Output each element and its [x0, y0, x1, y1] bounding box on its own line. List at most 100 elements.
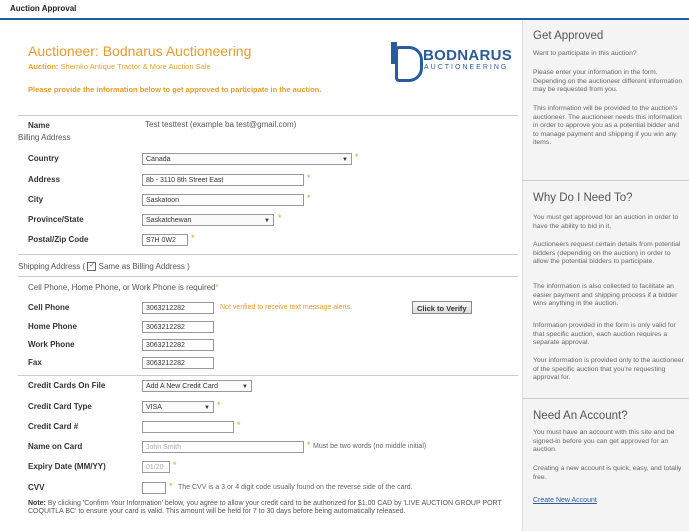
cards-on-file-select[interactable]: Add A New Credit Card ▼: [142, 380, 252, 392]
chevron-down-icon: ▼: [342, 157, 348, 163]
need-account-title: Need An Account?: [533, 410, 628, 422]
chevron-down-icon: ▼: [264, 218, 270, 224]
required-marker: *: [217, 400, 221, 410]
note-text: By clicking 'Confirm Your Information' b…: [28, 500, 502, 515]
shipping-label: Shipping Address (: [18, 262, 86, 271]
work-phone-input[interactable]: 3063212282: [142, 339, 214, 351]
work-phone-row: Work Phone 3063212282: [28, 339, 518, 353]
required-marker: *: [191, 233, 195, 243]
cell-phone-row: Cell Phone 3063212282 Not verified to re…: [28, 301, 518, 316]
name-label: Name: [28, 121, 50, 130]
city-input[interactable]: Saskatoon: [142, 194, 304, 206]
country-row: Country Canada ▼ *: [28, 152, 518, 167]
required-marker: *: [307, 440, 311, 450]
home-phone-label: Home Phone: [28, 322, 77, 331]
why-p4: Information provided in the form is only…: [533, 322, 676, 346]
create-account-link[interactable]: Create New Account: [533, 497, 597, 504]
cvv-row: CVV * The CVV is a 3 or 4 digit code usu…: [28, 481, 518, 496]
expiry-input[interactable]: 01/20: [142, 461, 170, 473]
need-account-p2: Creating a new account is quick, easy, a…: [533, 465, 682, 481]
verify-button[interactable]: Click to Verify: [412, 301, 472, 314]
approval-form: Auctioneer: Bodnarus Auctioneering Aucti…: [10, 22, 520, 531]
instructions: Please provide the information below to …: [28, 85, 322, 94]
help-sidebar: Get Approved Want to participate in this…: [522, 20, 689, 531]
card-type-row: Credit Card Type VISA ▼ *: [28, 400, 518, 415]
phone-requirement: Cell Phone, Home Phone, or Work Phone is…: [28, 283, 219, 292]
required-marker: *: [307, 193, 311, 203]
cell-phone-input[interactable]: 3063212282: [142, 302, 214, 314]
same-as-billing-label: Same as Billing Address ): [98, 262, 190, 271]
expiry-label: Expiry Date (MM/YY): [28, 462, 106, 471]
required-marker: *: [237, 420, 241, 430]
auctioneer-logo: BODNARUS AUCTIONEERING: [391, 42, 517, 84]
why-p1: You must get approved for an auction in …: [533, 214, 679, 230]
cvv-note: The CVV is a 3 or 4 digit code usually f…: [178, 484, 413, 491]
auction-label: Auction:: [28, 62, 59, 71]
divider: [18, 115, 518, 116]
required-marker: *: [169, 481, 173, 491]
required-marker: *: [355, 152, 359, 162]
sidebar-divider: [523, 180, 689, 181]
cards-on-file-label: Credit Cards On File: [28, 381, 106, 390]
name-on-card-note: Must be two words (no middle initial): [313, 443, 427, 450]
divider: [18, 375, 518, 376]
cvv-label: CVV: [28, 483, 45, 492]
postal-input[interactable]: S7H 0W2: [142, 234, 188, 246]
card-type-label: Credit Card Type: [28, 402, 92, 411]
auction-name-line: Auction: Shemko Antique Tractor & More A…: [28, 62, 211, 71]
name-on-card-label: Name on Card: [28, 442, 83, 451]
postal-label: Postal/Zip Code: [28, 235, 89, 244]
address-row: Address 8b - 3110 8th Street East *: [28, 173, 518, 188]
city-row: City Saskatoon *: [28, 193, 518, 208]
home-phone-input[interactable]: 3063212282: [142, 321, 214, 333]
auctioneer-title: Auctioneer: Bodnarus Auctioneering: [28, 43, 252, 59]
why-p2: Auctioneers request certain details from…: [533, 241, 681, 265]
name-on-card-row: Name on Card John Smith * Must be two wo…: [28, 440, 518, 455]
home-phone-row: Home Phone 3063212282: [28, 321, 518, 335]
country-label: Country: [28, 154, 59, 163]
not-verified-text: Not verified to receive text message ale…: [220, 304, 353, 311]
fax-row: Fax 3063212282: [28, 357, 518, 371]
authorization-note: Note: By clicking 'Confirm Your Informat…: [28, 500, 528, 516]
province-label: Province/State: [28, 215, 84, 224]
name-on-card-input[interactable]: John Smith: [142, 441, 304, 453]
address-label: Address: [28, 175, 61, 184]
chevron-down-icon: ▼: [204, 405, 210, 411]
name-row: Name Test testtest (example ba test@gmai…: [28, 120, 518, 134]
work-phone-label: Work Phone: [28, 340, 75, 349]
divider: [18, 254, 518, 255]
logo-sub: AUCTIONEERING: [424, 64, 509, 71]
window-titlebar: Auction Approval: [0, 0, 689, 20]
expiry-row: Expiry Date (MM/YY) 01/20 *: [28, 460, 518, 475]
card-number-row: Credit Card # *: [28, 420, 518, 435]
why-p5: Your information is provided only to the…: [533, 357, 684, 381]
logo-mark-icon: [391, 42, 423, 82]
required-marker: *: [307, 173, 311, 183]
get-approved-p1: Want to participate in this auction?: [533, 50, 637, 57]
need-account-p1: You must have an account with this site …: [533, 429, 675, 453]
required-marker: *: [173, 460, 177, 470]
province-row: Province/State Saskatchewan ▼ *: [28, 213, 518, 228]
billing-heading: Billing Address: [18, 133, 71, 142]
card-number-input[interactable]: [142, 421, 234, 433]
same-as-billing-checkbox[interactable]: ✓: [87, 262, 97, 272]
card-number-label: Credit Card #: [28, 422, 79, 431]
chevron-down-icon: ▼: [242, 384, 248, 390]
fax-input[interactable]: 3063212282: [142, 357, 214, 369]
province-select[interactable]: Saskatchewan ▼: [142, 214, 274, 226]
auction-name: Shemko Antique Tractor & More Auction Sa…: [60, 62, 211, 71]
get-approved-title: Get Approved: [533, 30, 604, 42]
cards-on-file-row: Credit Cards On File Add A New Credit Ca…: [28, 380, 518, 394]
card-type-select[interactable]: VISA ▼: [142, 401, 214, 413]
get-approved-p2: Please enter your information in the for…: [533, 69, 683, 93]
divider: [18, 276, 518, 277]
get-approved-p3: This information will be provided to the…: [533, 105, 682, 146]
fax-label: Fax: [28, 358, 42, 367]
country-select[interactable]: Canada ▼: [142, 153, 352, 165]
logo-brand: BODNARUS: [423, 47, 513, 64]
address-input[interactable]: 8b - 3110 8th Street East: [142, 174, 304, 186]
shipping-row: Shipping Address ( ✓ Same as Billing Add…: [18, 262, 190, 272]
note-label: Note:: [28, 500, 46, 507]
cvv-input[interactable]: [142, 482, 166, 494]
sidebar-divider: [523, 398, 689, 399]
